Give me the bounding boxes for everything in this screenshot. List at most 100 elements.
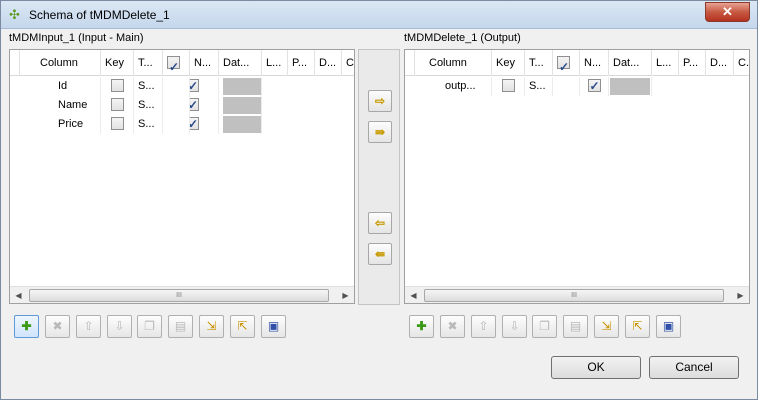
transfer-panel: ⇨ ⇛ ⇦ ⇚ (358, 49, 400, 305)
import-schema-button[interactable]: ⇲ (594, 315, 619, 338)
column-header-nullable[interactable]: N... (580, 50, 609, 76)
table-row[interactable]: Price S... (10, 115, 354, 134)
input-schema-table[interactable]: Column Key T... N... Dat... L... P... D.… (9, 49, 355, 304)
copy-button[interactable]: ❐ (137, 315, 162, 338)
paste-button[interactable]: ▤ (168, 315, 193, 338)
horizontal-scrollbar[interactable]: ◀ III ▶ (10, 286, 354, 303)
table-header: Column Key T... N... Dat... L... P... D.… (405, 50, 749, 76)
column-header-default[interactable]: D... (706, 50, 734, 76)
column-name-cell[interactable]: Id (20, 77, 101, 96)
ok-button[interactable]: OK (551, 356, 641, 379)
date-pattern-cell[interactable] (219, 96, 262, 115)
nullable-checkbox[interactable] (190, 115, 199, 134)
nullable-cell[interactable] (190, 115, 219, 134)
key-checkbox[interactable] (501, 78, 515, 92)
date-pattern-cell[interactable] (219, 115, 262, 134)
move-down-button[interactable]: ⇩ (502, 315, 527, 338)
blank-cell (163, 96, 190, 115)
close-button[interactable]: ✕ (705, 2, 750, 22)
column-header-column[interactable]: Column (415, 50, 492, 76)
scroll-thumb[interactable]: III (29, 289, 329, 302)
output-schema-title: tMDMDelete_1 (Output) (404, 32, 521, 44)
add-row-button[interactable]: ✚ (14, 315, 39, 338)
column-header-length[interactable]: L... (262, 50, 288, 76)
table-row[interactable]: Id S... (10, 77, 354, 96)
column-header-length[interactable]: L... (652, 50, 679, 76)
column-header-column[interactable]: Column (20, 50, 101, 76)
type-cell[interactable]: S... (525, 77, 553, 96)
schema-dialog: ✣ Schema of tMDMDelete_1 ✕ tMDMInput_1 (… (0, 0, 758, 400)
table-row[interactable]: Name S... (10, 96, 354, 115)
column-header-nullable[interactable]: N... (190, 50, 219, 76)
column-header-comment[interactable]: C... (342, 50, 354, 76)
key-checkbox[interactable] (110, 116, 124, 130)
column-header-select-all[interactable] (553, 50, 580, 76)
column-name-cell[interactable]: Price (20, 115, 101, 134)
column-name-cell[interactable]: Name (20, 96, 101, 115)
key-cell[interactable] (492, 77, 525, 96)
copy-all-to-input-button[interactable]: ⇚ (368, 243, 392, 265)
table-row[interactable]: outp... S... (405, 77, 749, 96)
export-schema-button[interactable]: ⇱ (625, 315, 650, 338)
scroll-left-arrow-icon[interactable]: ◀ (10, 287, 27, 303)
add-row-button[interactable]: ✚ (409, 315, 434, 338)
save-schema-button[interactable]: ▣ (656, 315, 681, 338)
copy-selected-to-output-button[interactable]: ⇨ (368, 90, 392, 112)
type-cell[interactable]: S... (134, 115, 163, 134)
row-header-corner (10, 50, 20, 76)
copy-selected-to-input-button[interactable]: ⇦ (368, 212, 392, 234)
key-checkbox[interactable] (110, 78, 124, 92)
remove-row-button[interactable]: ✖ (45, 315, 70, 338)
select-all-checkbox[interactable] (167, 54, 180, 76)
column-header-key[interactable]: Key (492, 50, 525, 76)
export-schema-button[interactable]: ⇱ (230, 315, 255, 338)
table-header: Column Key T... N... Dat... L... P... D.… (10, 50, 354, 76)
remove-row-button[interactable]: ✖ (440, 315, 465, 338)
column-header-comment[interactable]: C... (734, 50, 749, 76)
scroll-thumb[interactable]: III (424, 289, 724, 302)
column-header-type[interactable]: T... (134, 50, 163, 76)
key-cell[interactable] (101, 96, 134, 115)
nullable-cell[interactable] (190, 77, 219, 96)
output-schema-table[interactable]: Column Key T... N... Dat... L... P... D.… (404, 49, 750, 304)
column-header-precision[interactable]: P... (288, 50, 315, 76)
nullable-checkbox[interactable] (190, 96, 199, 115)
key-cell[interactable] (101, 77, 134, 96)
key-checkbox[interactable] (110, 97, 124, 111)
move-up-button[interactable]: ⇧ (76, 315, 101, 338)
blank-cell (163, 77, 190, 96)
paste-button[interactable]: ▤ (563, 315, 588, 338)
move-up-button[interactable]: ⇧ (471, 315, 496, 338)
column-header-date-pattern[interactable]: Dat... (219, 50, 262, 76)
nullable-cell[interactable] (580, 77, 609, 96)
type-cell[interactable]: S... (134, 77, 163, 96)
nullable-checkbox[interactable] (587, 77, 601, 96)
type-cell[interactable]: S... (134, 96, 163, 115)
column-header-precision[interactable]: P... (679, 50, 706, 76)
copy-all-to-output-button[interactable]: ⇛ (368, 121, 392, 143)
scroll-left-arrow-icon[interactable]: ◀ (405, 287, 422, 303)
scroll-right-arrow-icon[interactable]: ▶ (732, 287, 749, 303)
move-down-button[interactable]: ⇩ (107, 315, 132, 338)
key-cell[interactable] (101, 115, 134, 134)
column-header-date-pattern[interactable]: Dat... (609, 50, 652, 76)
nullable-checkbox[interactable] (190, 77, 199, 96)
select-all-checkbox[interactable] (557, 54, 570, 76)
date-pattern-cell[interactable] (219, 77, 262, 96)
window-title: Schema of tMDMDelete_1 (29, 8, 170, 22)
date-pattern-cell[interactable] (609, 77, 652, 96)
column-header-type[interactable]: T... (525, 50, 553, 76)
cancel-button[interactable]: Cancel (649, 356, 739, 379)
nullable-cell[interactable] (190, 96, 219, 115)
column-header-key[interactable]: Key (101, 50, 134, 76)
input-schema-title: tMDMInput_1 (Input - Main) (9, 32, 144, 44)
column-name-cell[interactable]: outp... (415, 77, 492, 96)
scroll-right-arrow-icon[interactable]: ▶ (337, 287, 354, 303)
title-bar: ✣ Schema of tMDMDelete_1 ✕ (1, 1, 757, 29)
import-schema-button[interactable]: ⇲ (199, 315, 224, 338)
save-schema-button[interactable]: ▣ (261, 315, 286, 338)
horizontal-scrollbar[interactable]: ◀ III ▶ (405, 286, 749, 303)
column-header-default[interactable]: D... (315, 50, 342, 76)
column-header-select-all[interactable] (163, 50, 190, 76)
copy-button[interactable]: ❐ (532, 315, 557, 338)
